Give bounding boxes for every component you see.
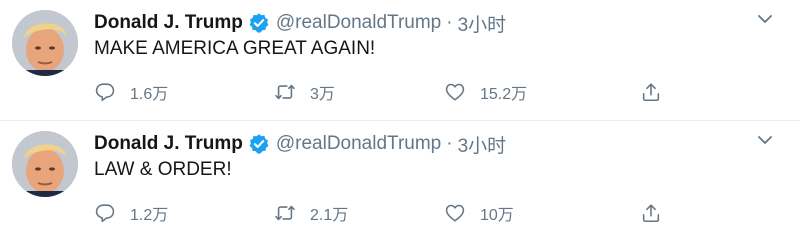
retweet-count: 2.1万 <box>310 207 349 224</box>
like-count: 15.2万 <box>480 86 528 103</box>
share-icon <box>640 81 662 103</box>
tweet-feed: Donald J. Trump @realDonaldTrump · 3小时 M… <box>0 0 800 240</box>
avatar[interactable] <box>12 131 78 197</box>
retweet-icon <box>274 202 296 224</box>
tweet-actions: 1.2万 2.1万 10万 <box>94 201 674 225</box>
tweet-header: Donald J. Trump @realDonaldTrump · 3小时 <box>94 9 506 37</box>
tweet-header: Donald J. Trump @realDonaldTrump · 3小时 <box>94 130 506 158</box>
tweet[interactable]: Donald J. Trump @realDonaldTrump · 3小时 M… <box>0 0 800 120</box>
like-icon <box>444 81 466 103</box>
reply-count: 1.6万 <box>130 86 169 103</box>
share-icon <box>640 202 662 224</box>
tweet-text: MAKE AMERICA GREAT AGAIN! <box>94 38 376 59</box>
chevron-down-icon[interactable] <box>756 10 774 28</box>
tweet[interactable]: Donald J. Trump @realDonaldTrump · 3小时 L… <box>0 121 800 241</box>
verified-badge-icon <box>248 133 270 155</box>
retweet-button[interactable]: 3万 <box>274 80 335 104</box>
avatar-portrait-icon <box>12 10 78 76</box>
avatar[interactable] <box>12 10 78 76</box>
like-icon <box>444 202 466 224</box>
like-button[interactable]: 15.2万 <box>444 80 527 104</box>
author-handle[interactable]: @realDonaldTrump <box>276 12 441 34</box>
like-button[interactable]: 10万 <box>444 201 514 225</box>
like-count: 10万 <box>480 207 514 224</box>
tweet-text: LAW & ORDER! <box>94 159 232 180</box>
reply-button[interactable]: 1.6万 <box>94 80 168 104</box>
reply-count: 1.2万 <box>130 207 169 224</box>
tweet-actions: 1.6万 3万 15.2万 <box>94 80 674 104</box>
share-button[interactable] <box>640 201 662 225</box>
separator-dot: · <box>446 133 453 154</box>
separator-dot: · <box>446 12 453 33</box>
retweet-icon <box>274 81 296 103</box>
timestamp[interactable]: 3小时 <box>458 10 507 37</box>
timestamp[interactable]: 3小时 <box>458 131 507 158</box>
chevron-down-icon[interactable] <box>756 131 774 149</box>
share-button[interactable] <box>640 80 662 104</box>
author-handle[interactable]: @realDonaldTrump <box>276 133 441 155</box>
author-name[interactable]: Donald J. Trump <box>94 12 243 34</box>
retweet-button[interactable]: 2.1万 <box>274 201 348 225</box>
reply-icon <box>94 202 116 224</box>
reply-button[interactable]: 1.2万 <box>94 201 168 225</box>
retweet-count: 3万 <box>310 86 335 103</box>
reply-icon <box>94 81 116 103</box>
verified-badge-icon <box>248 12 270 34</box>
avatar-portrait-icon <box>12 131 78 197</box>
author-name[interactable]: Donald J. Trump <box>94 133 243 155</box>
